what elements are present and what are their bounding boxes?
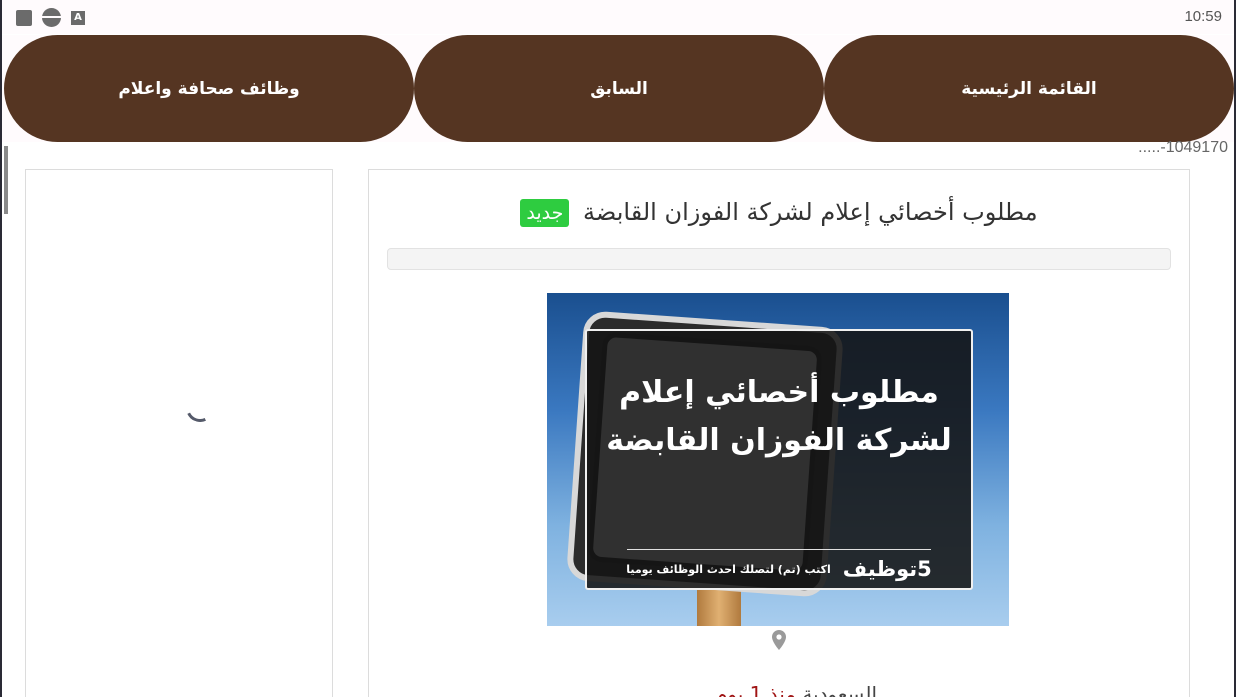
square-icon — [16, 9, 32, 26]
location-pin-icon — [772, 630, 786, 650]
job-image[interactable]: مطلوب أخصائي إعلام لشركة الفوزان القابضة… — [547, 293, 1009, 626]
posted-since: منذ 1 يوم — [714, 682, 796, 697]
status-time: 10:59 — [1184, 8, 1222, 25]
post-card: مطلوب أخصائي إعلام لشركة الفوزان القابضة… — [368, 169, 1190, 697]
category-button[interactable]: وظائف صحافة واعلام — [4, 35, 414, 142]
image-brand: 5توظيف — [842, 557, 932, 581]
image-overlay: مطلوب أخصائي إعلام لشركة الفوزان القابضة… — [585, 329, 973, 590]
post-title[interactable]: مطلوب أخصائي إعلام لشركة الفوزان القابضة — [583, 198, 1038, 226]
post-title-row: مطلوب أخصائي إعلام لشركة الفوزان القابضة… — [369, 198, 1189, 227]
meta-bar — [387, 248, 1171, 270]
overlay-divider — [627, 549, 931, 550]
new-badge: جديد — [520, 199, 570, 227]
overlay-footer: 5توظيف اكتب (تم) لتصلك احدث الوظائف يومي… — [607, 557, 951, 581]
home-button[interactable]: القائمة الرئيسية — [824, 35, 1234, 142]
loading-spinner-icon — [182, 390, 218, 426]
previous-button[interactable]: السابق — [414, 35, 824, 142]
font-icon: A — [71, 10, 85, 25]
image-headline: مطلوب أخصائي إعلام لشركة الفوزان القابضة — [606, 375, 952, 458]
image-tagline: اكتب (تم) لتصلك احدث الوظائف يوميا — [626, 562, 831, 576]
status-icons: A — [16, 8, 85, 27]
truncated-text: .....-1049170 — [1138, 139, 1228, 155]
globe-icon — [42, 8, 61, 27]
status-bar: A 10:59 — [2, 0, 1234, 34]
location-line: السعودية منذ 1 يوم — [715, 682, 877, 697]
app-screen: A 10:59 القائمة الرئيسية السابق وظائف صح… — [0, 0, 1236, 697]
scroll-indicator — [4, 146, 8, 214]
country-label: السعودية — [802, 682, 877, 697]
top-nav: القائمة الرئيسية السابق وظائف صحافة واعل… — [2, 35, 1234, 142]
sidebar-panel — [25, 169, 333, 697]
